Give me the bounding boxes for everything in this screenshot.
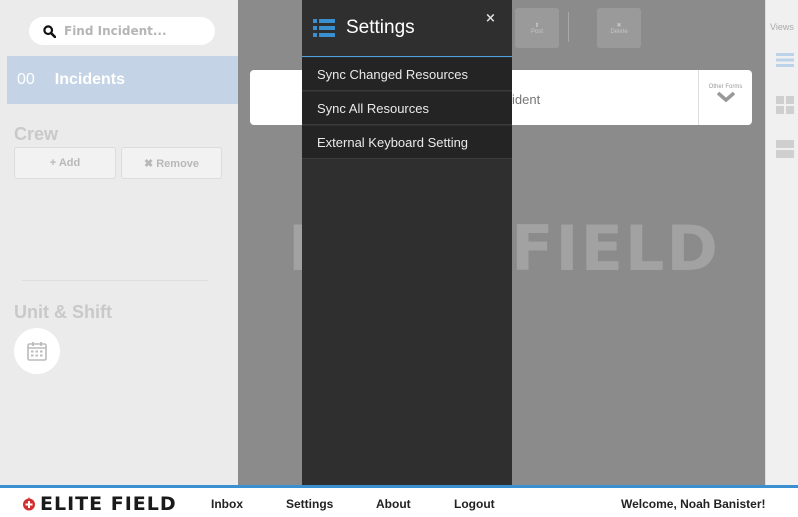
footer-link-inbox[interactable]: Inbox [211, 497, 243, 511]
delete-icon: ✖ [616, 22, 622, 29]
other-forms-button[interactable]: Other Forms [698, 70, 752, 125]
menu-item-external-keyboard[interactable]: External Keyboard Setting [302, 126, 512, 159]
footer-logo-text: ELITE FIELD [40, 493, 177, 515]
settings-title: Settings [346, 17, 415, 38]
search-icon [43, 24, 56, 38]
crew-title: Crew [14, 124, 59, 144]
menu-item-sync-changed[interactable]: Sync Changed Resources [302, 58, 512, 91]
add-crew-button[interactable]: + Add [14, 147, 116, 179]
search-input[interactable]: Find Incident... [29, 17, 215, 45]
list-view-icon[interactable] [776, 52, 794, 72]
grid-view-icon[interactable] [776, 96, 794, 118]
welcome-message: Welcome, Noah Banister! [621, 497, 766, 511]
incidents-label: Incidents [54, 71, 126, 88]
delete-button[interactable]: ✖ Delete [597, 8, 641, 48]
remove-crew-button[interactable]: ✖ Remove [121, 147, 222, 179]
calendar-icon [27, 342, 47, 361]
views-label: Views [770, 22, 794, 32]
footer-logo: ELITE FIELD [22, 493, 177, 515]
footer-link-logout[interactable]: Logout [454, 497, 495, 511]
close-icon[interactable]: × [485, 11, 496, 26]
delete-label: Delete [610, 28, 628, 35]
section-divider [22, 280, 208, 281]
views-panel [765, 0, 798, 485]
rows-view-icon[interactable] [776, 140, 794, 162]
toolbar-separator [568, 12, 569, 42]
unit-shift-calendar-button[interactable] [14, 328, 60, 374]
footer-bar: ELITE FIELD Inbox Settings About Logout … [0, 485, 798, 517]
incidents-count: 00 [17, 71, 35, 88]
incidents-row[interactable]: 00 Incidents [7, 56, 238, 104]
settings-header: Settings [302, 0, 512, 57]
form-card-title: ident [512, 92, 541, 107]
flame-logo-icon [23, 497, 35, 511]
settings-drawer: Settings × Sync Changed Resources Sync A… [302, 0, 512, 485]
footer-link-settings[interactable]: Settings [286, 497, 333, 511]
search-placeholder: Find Incident... [64, 24, 167, 38]
chevron-down-icon [716, 91, 735, 103]
menu-item-sync-all[interactable]: Sync All Resources [302, 92, 512, 125]
list-icon [313, 19, 335, 37]
post-label: Post [530, 28, 543, 35]
footer-link-about[interactable]: About [376, 497, 411, 511]
post-icon: ⬆ [534, 22, 540, 29]
unit-shift-title: Unit & Shift [14, 302, 112, 322]
post-button[interactable]: ⬆ Post [515, 8, 559, 48]
